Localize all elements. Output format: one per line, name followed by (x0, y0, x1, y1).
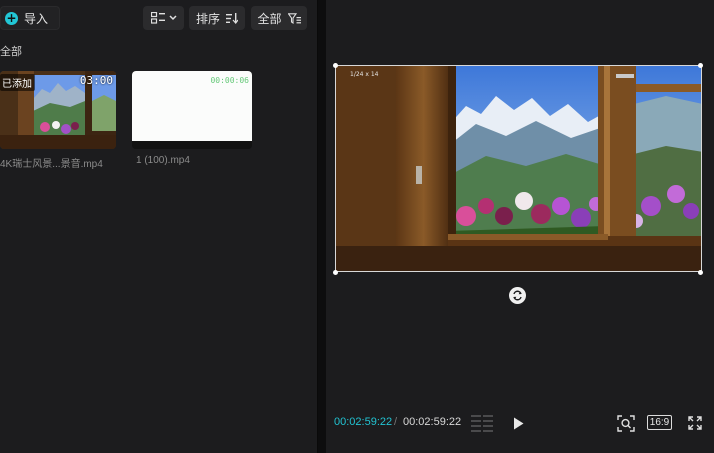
view-mode-button[interactable] (143, 6, 184, 30)
added-badge: 已添加 (0, 74, 35, 91)
section-label: 全部 (0, 46, 22, 58)
fullscreen-button[interactable] (687, 413, 703, 433)
import-label: 导入 (24, 11, 49, 26)
aspect-ratio-button[interactable]: 16:9 (647, 415, 672, 430)
media-item-thumbnail[interactable]: 已添加 03:00 (0, 71, 116, 149)
fullscreen-icon (688, 416, 702, 430)
total-time: 00:02:59:22 (403, 416, 462, 428)
play-icon (513, 417, 523, 429)
media-panel: + 导入 排序 全部 全部 已添加 03:00 4K瑞士风景...景音.mp4 … (0, 0, 318, 453)
resize-handle-bottom-left[interactable] (333, 270, 338, 275)
timeline-button[interactable] (470, 413, 494, 433)
current-time: 00:02:59:22 (334, 416, 393, 428)
video-overlay-text: 1/24 x 14 (350, 71, 379, 78)
resize-handle-top-left[interactable] (333, 63, 338, 68)
video-frame-image: 1/24 x 14 (336, 66, 701, 271)
player-panel: 1/24 x 14 00:02:59:22 / 00:02:59:22 16:9 (326, 0, 714, 453)
rotate-icon (513, 290, 522, 301)
import-button[interactable]: + 导入 (0, 6, 60, 30)
panel-divider[interactable] (318, 0, 326, 453)
video-preview[interactable]: 1/24 x 14 (335, 65, 702, 272)
filter-button[interactable]: 全部 (251, 6, 307, 30)
time-separator: / (394, 416, 398, 428)
duration-badge: 03:00 (79, 74, 113, 87)
sort-label: 排序 (195, 11, 220, 26)
filter-icon (287, 12, 301, 24)
media-item-name: 4K瑞士风景...景音.mp4 (0, 159, 103, 170)
zoom-to-fit-button[interactable] (616, 413, 636, 433)
resize-handle-top-right[interactable] (698, 63, 703, 68)
sort-icon (226, 12, 238, 24)
resize-handle-bottom-right[interactable] (698, 270, 703, 275)
duration-badge: 00:00:06 (210, 76, 249, 85)
media-item-name: 1 (100).mp4 (136, 155, 190, 166)
rotate-button[interactable] (509, 287, 526, 304)
filter-label: 全部 (257, 11, 282, 26)
focus-search-icon (617, 414, 635, 432)
chevron-down-icon (168, 15, 177, 21)
play-button[interactable] (510, 413, 526, 433)
grid-icon (150, 12, 165, 24)
media-item-thumbnail[interactable]: 00:00:06 (132, 71, 252, 149)
timeline-grid-icon (471, 414, 493, 432)
plus-icon: + (5, 10, 18, 25)
sort-button[interactable]: 排序 (189, 6, 245, 30)
